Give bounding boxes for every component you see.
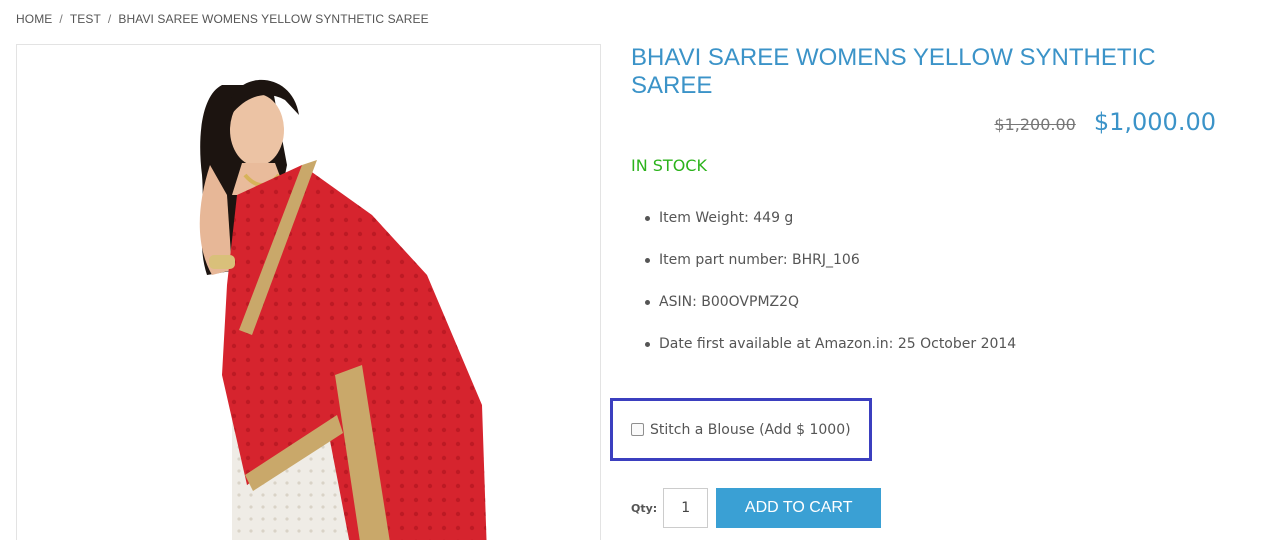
qty-label: Qty: [631, 501, 658, 515]
list-item: Date first available at Amazon.in: 25 Oc… [631, 334, 1016, 376]
qty-input[interactable] [663, 488, 709, 528]
stock-status: IN STOCK [631, 156, 707, 175]
breadcrumb-home-link[interactable]: HOME [16, 12, 52, 26]
breadcrumb-current: BHAVI SAREE WOMENS YELLOW SYNTHETIC SARE… [118, 12, 429, 26]
saree-photo [199, 79, 487, 540]
add-to-cart-button[interactable]: ADD TO CART [716, 488, 882, 528]
list-item: ASIN: B00OVPMZ2Q [631, 292, 1016, 334]
product-image[interactable] [16, 44, 601, 540]
stitch-blouse-label[interactable]: Stitch a Blouse (Add $ 1000) [650, 422, 851, 438]
add-to-cart-form: Qty: ADD TO CART [631, 488, 882, 528]
price-block: $1,200.00 $1,000.00 [994, 108, 1216, 136]
stitch-blouse-checkbox[interactable] [631, 423, 644, 436]
list-item: Item Weight: 449 g [631, 208, 1016, 250]
product-attributes: Item Weight: 449 g Item part number: BHR… [631, 208, 1016, 376]
current-price: $1,000.00 [1093, 108, 1216, 136]
blouse-option: Stitch a Blouse (Add $ 1000) [610, 398, 872, 461]
old-price: $1,200.00 [994, 115, 1076, 134]
product-title: BHAVI SAREE WOMENS YELLOW SYNTHETIC SARE… [631, 44, 1156, 99]
list-item: Item part number: BHRJ_106 [631, 250, 1016, 292]
breadcrumb: HOME / TEST / BHAVI SAREE WOMENS YELLOW … [16, 12, 429, 26]
breadcrumb-separator: / [107, 12, 112, 26]
breadcrumb-separator: / [59, 12, 63, 26]
breadcrumb-category-link[interactable]: TEST [70, 12, 101, 26]
